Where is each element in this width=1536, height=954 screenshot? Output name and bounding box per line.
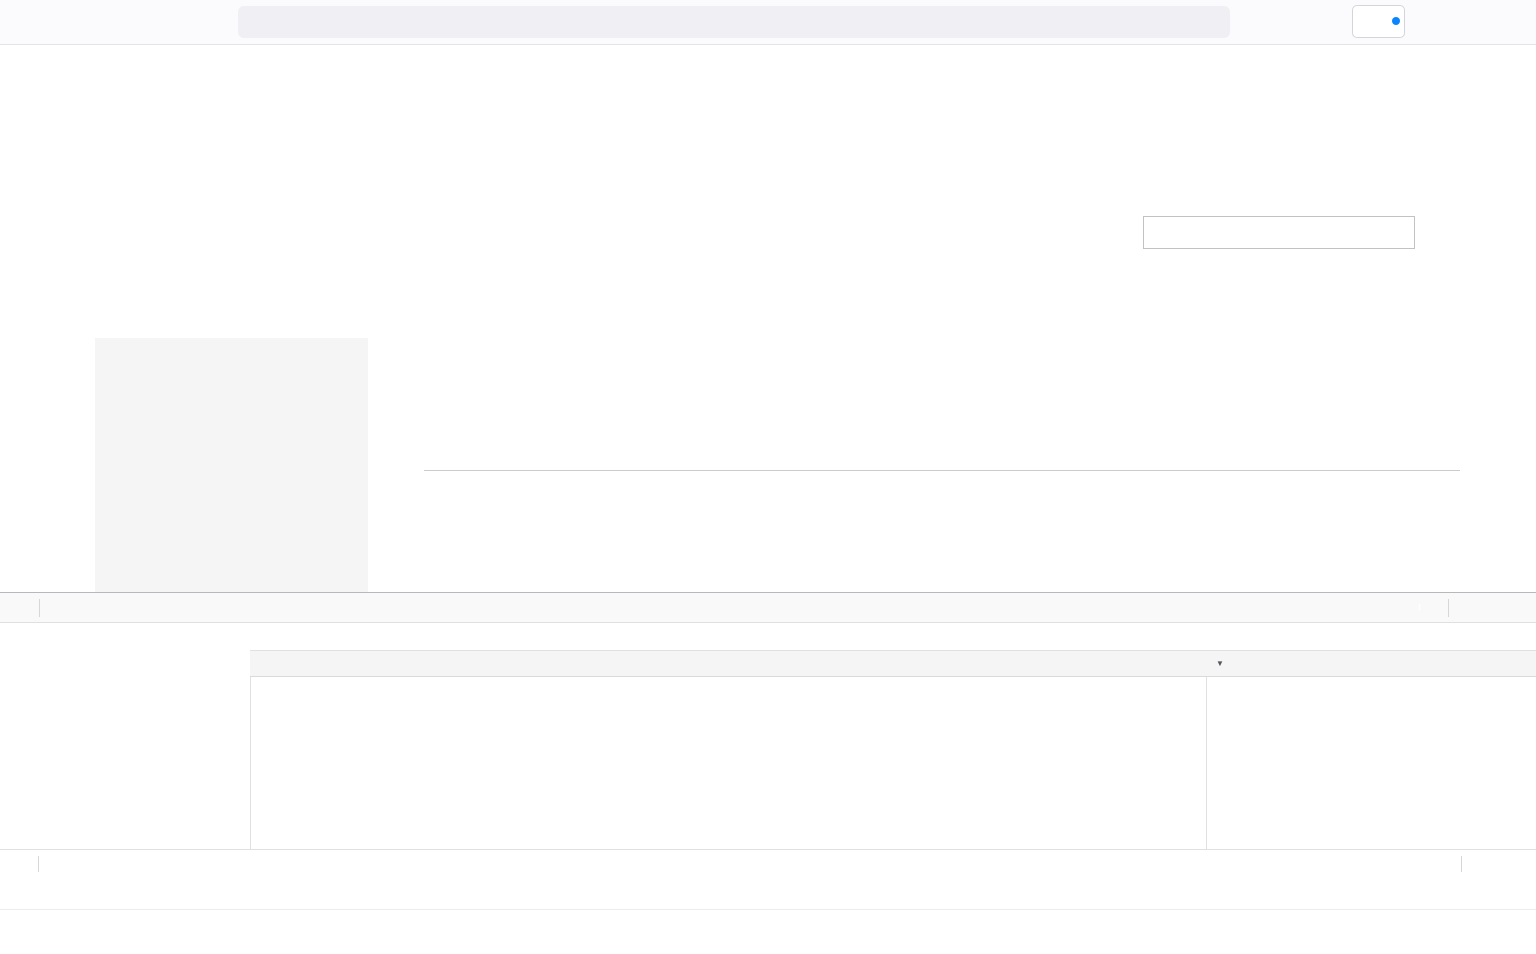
shield-icon [250, 15, 265, 30]
filter-values-input[interactable] [1235, 629, 1536, 645]
newsletters-block [958, 504, 1378, 521]
pick-element-icon [10, 600, 26, 616]
pick-element-button[interactable] [0, 593, 36, 622]
console-close-button[interactable] [1511, 856, 1526, 871]
section-divider [424, 470, 1460, 471]
filter-output-input[interactable] [70, 856, 351, 872]
storage-sidebar [0, 623, 250, 849]
responsive-mode-icon [1461, 600, 1476, 615]
storefront-page [0, 90, 1536, 592]
panel-toggle-icon [1181, 630, 1195, 644]
toolbar-divider [39, 599, 40, 617]
luma-logo-icon [90, 202, 150, 262]
devtools-close-button[interactable] [1509, 600, 1524, 615]
chevron-down-icon: ▼ [1216, 659, 1224, 668]
devtools-menu-button[interactable] [1485, 600, 1500, 615]
browser-toolbar [0, 0, 1536, 45]
lock-icon [275, 15, 290, 30]
forward-icon [63, 15, 78, 30]
search-input[interactable] [1144, 217, 1414, 248]
toolbar-divider [38, 856, 39, 872]
account-icon [1366, 13, 1383, 30]
responsive-mode-button[interactable] [1461, 600, 1476, 615]
cart-button[interactable] [1429, 217, 1457, 245]
url-bar[interactable] [238, 6, 1230, 38]
account-nav [95, 338, 368, 592]
notification-dot [1392, 17, 1400, 25]
devtools-panel: ▼ [0, 592, 1536, 954]
error-badge-icon[interactable] [1412, 600, 1427, 615]
cookie-data-tree [1207, 677, 1536, 849]
funnel-icon [51, 857, 64, 870]
values-filter-row [1207, 623, 1536, 651]
notification-dot [1519, 913, 1528, 922]
console-filter [51, 856, 351, 872]
storage-toolbar-buttons [1129, 630, 1201, 644]
cookie-table-body [250, 677, 1207, 849]
plus-icon [1129, 630, 1143, 644]
menu-button[interactable] [1500, 12, 1519, 34]
data-panel-header[interactable]: ▼ [1207, 651, 1536, 677]
annotation-rectangle [384, 485, 697, 592]
cart-icon [1430, 217, 1457, 244]
welcome-message[interactable] [1428, 57, 1446, 68]
meatball-menu-icon [1485, 600, 1500, 615]
chevron-down-icon [1435, 57, 1446, 68]
forward-button[interactable] [56, 8, 84, 36]
trash-icon [12, 857, 26, 871]
gear-icon [1484, 856, 1499, 871]
funnel-icon [1216, 630, 1229, 643]
contact-information-block [424, 504, 699, 521]
welcome-bar [0, 44, 1536, 90]
console-error-block [16, 879, 1522, 910]
toolbar-divider [1448, 599, 1449, 617]
devtools-tabbar [0, 593, 1536, 623]
console-toolbar [0, 849, 1536, 877]
filter-items-input[interactable] [278, 629, 1123, 645]
reload-button[interactable] [98, 8, 126, 36]
bookmark-star-button[interactable] [1202, 13, 1218, 32]
search-box [1143, 216, 1415, 249]
extensions-button[interactable] [1462, 12, 1481, 34]
console-toolbar-right [1451, 856, 1526, 872]
hamburger-icon [1500, 12, 1519, 31]
toolbar-divider [1461, 856, 1462, 872]
reload-icon [105, 15, 120, 30]
clear-console-button[interactable] [12, 857, 26, 871]
storage-filter-row [250, 623, 1207, 651]
star-icon [1202, 13, 1218, 29]
funnel-icon [259, 630, 272, 643]
search-icon[interactable] [1389, 225, 1405, 241]
split-console-button[interactable] [1504, 917, 1524, 934]
screen: ▼ [0, 0, 1536, 954]
refresh-icon [1155, 630, 1169, 644]
refresh-items-button[interactable] [1155, 630, 1169, 644]
extensions-icon [1462, 12, 1481, 31]
devtools-toolbar-right [1412, 593, 1536, 622]
cookie-table-header [250, 651, 1207, 677]
close-icon [1511, 856, 1526, 871]
signin-button[interactable] [1352, 5, 1405, 38]
add-item-button[interactable] [1129, 630, 1143, 644]
back-icon [21, 15, 36, 30]
console-input-row[interactable] [0, 909, 1536, 954]
back-button[interactable] [14, 8, 42, 36]
console-settings-button[interactable] [1484, 856, 1499, 871]
toggle-sidebar-button[interactable] [1181, 630, 1195, 644]
close-icon [1509, 600, 1524, 615]
luma-logo[interactable] [90, 202, 163, 262]
